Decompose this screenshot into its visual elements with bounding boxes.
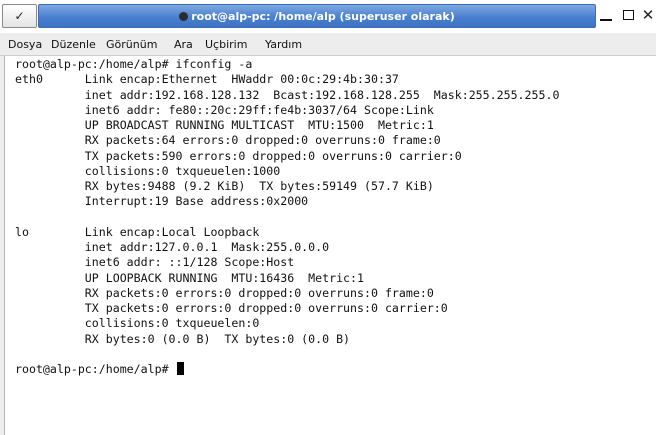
window-title-area[interactable]: root@alp-pc: /home/alp (superuser olarak…	[38, 4, 596, 28]
menu-dosya[interactable]: Dosya	[8, 38, 42, 51]
menu-bar: Dosya Düzenle Görünüm Ara Uçbirim Yardım	[0, 33, 656, 56]
menu-duzenle[interactable]: Düzenle	[51, 38, 96, 51]
maximize-icon	[622, 10, 634, 20]
window-title: root@alp-pc: /home/alp (superuser olarak…	[191, 9, 455, 23]
window-menu-button[interactable]: ✓	[2, 4, 37, 28]
menu-ara[interactable]: Ara	[174, 38, 193, 51]
chevron-down-icon: ✓	[14, 9, 25, 23]
terminal-app-icon	[179, 11, 189, 21]
close-button[interactable]: ✕	[640, 4, 656, 26]
minimize-button[interactable]	[596, 4, 616, 26]
title-bar[interactable]: ✓ root@alp-pc: /home/alp (superuser olar…	[0, 0, 656, 33]
menu-yardim[interactable]: Yardım	[265, 38, 302, 51]
minimize-icon	[600, 19, 612, 21]
menu-ucbirim[interactable]: Uçbirim	[205, 38, 247, 51]
terminal-area[interactable]: root@alp-pc:/home/alp# ifconfig -a eth0 …	[4, 56, 656, 435]
text-cursor	[176, 362, 184, 375]
menu-gorunum[interactable]: Görünüm	[106, 38, 157, 51]
terminal-output: root@alp-pc:/home/alp# ifconfig -a eth0 …	[15, 57, 559, 377]
maximize-button[interactable]	[618, 4, 638, 26]
close-icon: ✕	[641, 6, 655, 24]
command-output: root@alp-pc:/home/alp# ifconfig -a eth0 …	[15, 57, 560, 346]
shell-prompt: root@alp-pc:/home/alp#	[15, 362, 176, 376]
terminal-window: ✓ root@alp-pc: /home/alp (superuser olar…	[0, 0, 656, 435]
